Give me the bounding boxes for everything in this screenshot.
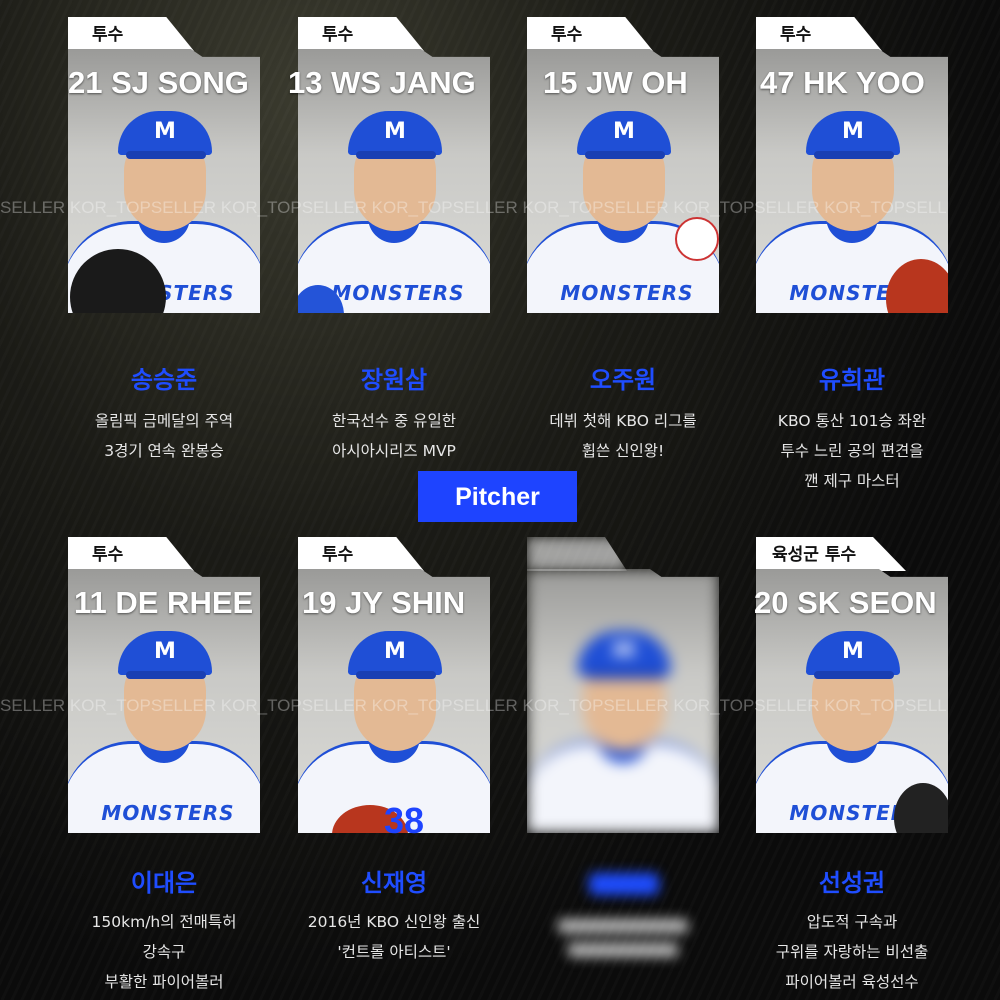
player-description: 150km/h의 전매특허 강속구 부활한 파이어볼러	[91, 913, 237, 991]
player-overlay-name: 21 SJ SONG	[68, 65, 249, 100]
player-overlay-name: 20 SK SEON	[754, 585, 937, 620]
player-korean-name: 유희관	[818, 366, 886, 394]
player-description: 압도적 구속과 구위를 자랑하는 비선출 파이어볼러 육성선수	[775, 913, 929, 991]
player-description: 2016년 KBO 신인왕 출신 '컨트롤 아티스트'	[307, 913, 481, 961]
watermark-bottom: SELLER KOR_TOPSELLER KOR_TOPSELLER KOR_T…	[0, 696, 947, 715]
player-korean-name: 선성권	[818, 869, 886, 897]
player-description: KBO 통산 101승 좌완 투수 느린 공의 편견을 깬 제구 마스터	[777, 412, 927, 490]
player-overlay-name: 19 JY SHIN	[302, 585, 466, 620]
jersey-number: 38	[384, 800, 425, 841]
player-korean-name: 송승준	[130, 366, 198, 394]
player-korean-name: 신재영	[360, 869, 428, 897]
player-description: 올림픽 금메달의 주역 3경기 연속 완봉승	[94, 412, 234, 460]
player-description-blurred	[507, 915, 739, 957]
player-overlay-name: 15 JW OH	[543, 65, 688, 100]
player-korean-name: 장원삼	[360, 366, 428, 394]
player-korean-name-blurred	[589, 873, 659, 895]
watermark-top: SELLER KOR_TOPSELLER KOR_TOPSELLER KOR_T…	[0, 198, 947, 217]
player-korean-name: 이대은	[130, 869, 198, 897]
player-description: 한국선수 중 유일한 아시아시리즈 MVP	[332, 412, 456, 460]
pitcher-section-label[interactable]: Pitcher	[418, 471, 577, 522]
player-overlay-name: 11 DE RHEE	[74, 585, 254, 620]
player-description: 데뷔 첫해 KBO 리그를 휩쓴 신인왕!	[549, 412, 697, 460]
player-korean-name: 오주원	[589, 366, 657, 394]
player-overlay-name: 13 WS JANG	[288, 65, 476, 100]
player-overlay-name: 47 HK YOO	[760, 65, 925, 100]
